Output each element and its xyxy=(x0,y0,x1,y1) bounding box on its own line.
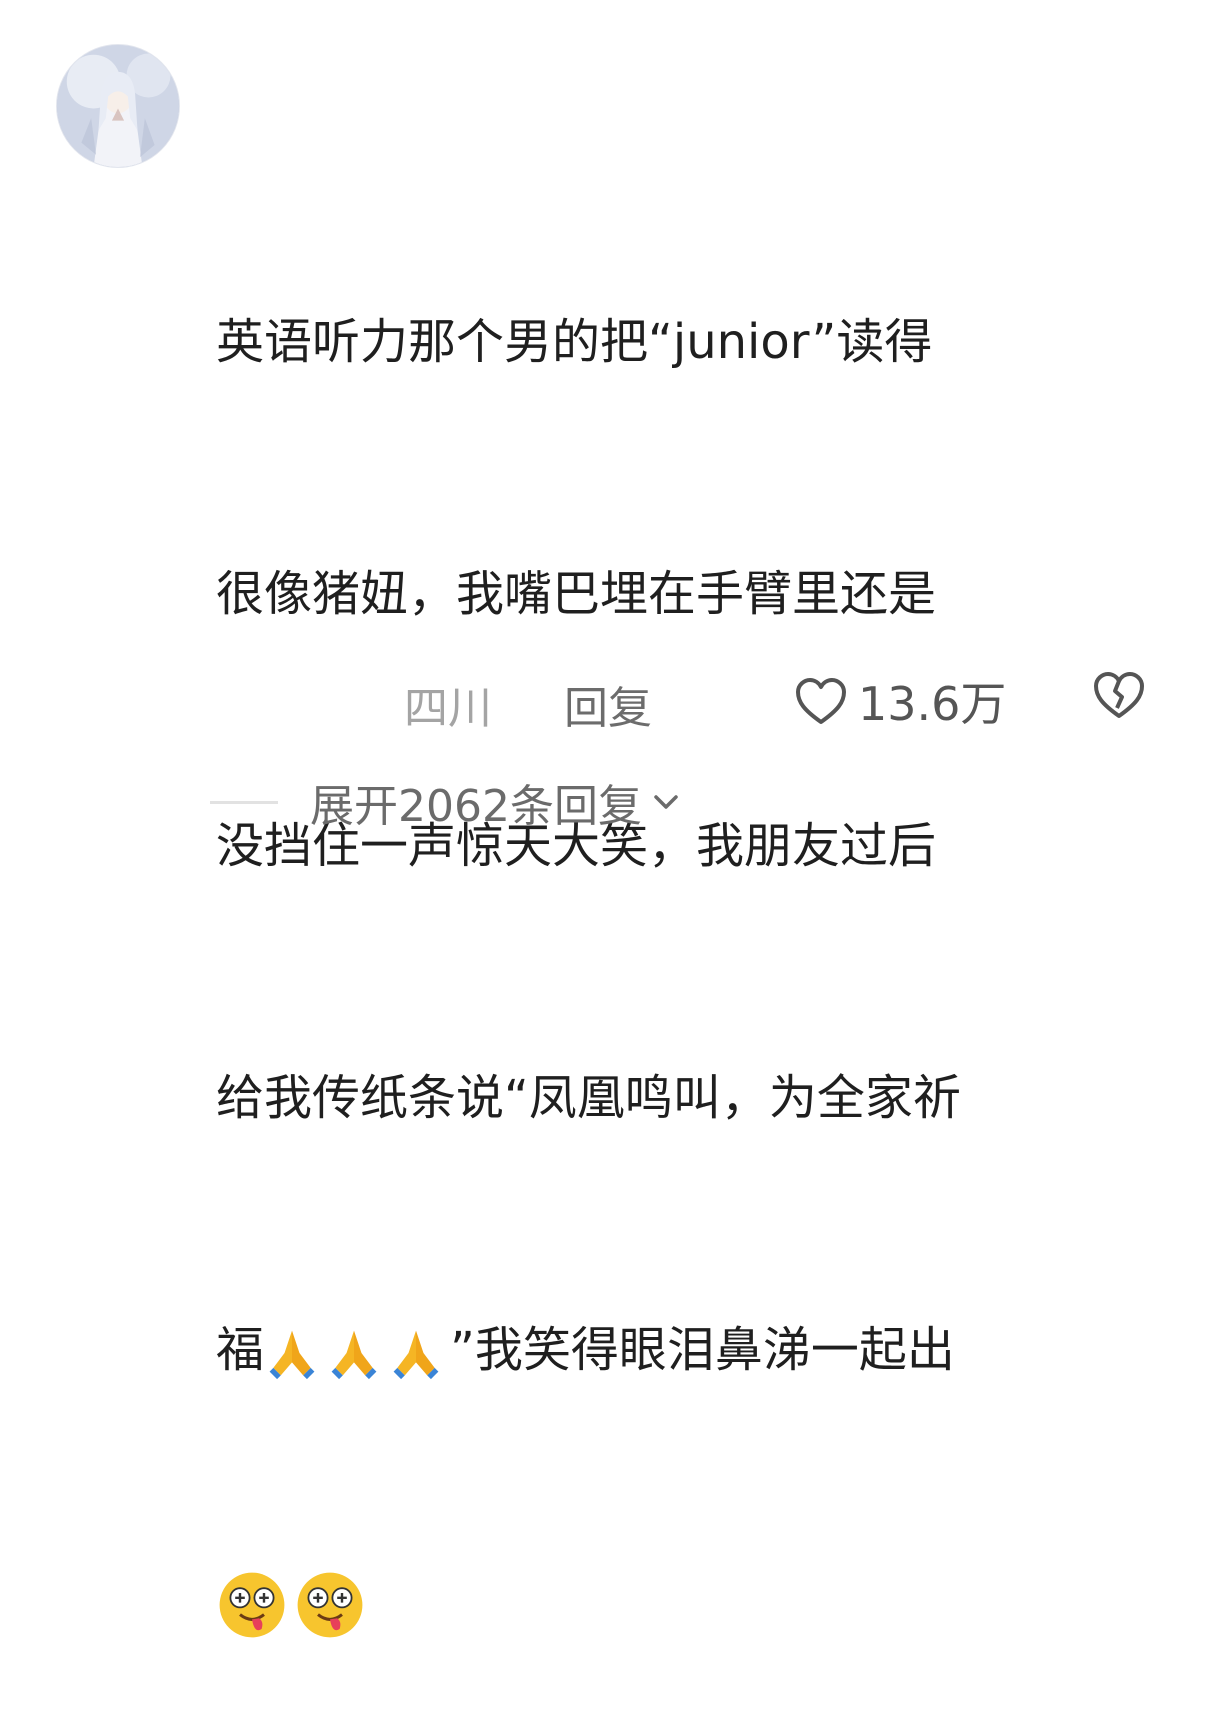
comment-fragment: 福 xyxy=(216,1322,265,1378)
location-label: 四川 xyxy=(404,683,492,734)
comment-line xyxy=(216,1560,1176,1644)
folded-hands-icon xyxy=(264,1325,320,1381)
comment-line: 福 ”我笑得眼泪鼻涕一起出 xyxy=(216,1308,1176,1392)
reply-button[interactable]: 回复 xyxy=(564,672,652,736)
comment-fragment: ”我笑得眼泪鼻涕一起出 xyxy=(450,1322,955,1378)
dislike-button[interactable] xyxy=(1092,670,1146,720)
comment-line: 给我传纸条说“凤凰鸣叫，为全家祈 xyxy=(216,1070,961,1126)
like-count: 13.6万 xyxy=(858,677,1007,731)
dizzy-tongue-face-icon xyxy=(294,1569,366,1641)
avatar-illustration xyxy=(57,45,179,167)
expand-replies-button[interactable]: 展开2062条回复 xyxy=(310,770,642,834)
heart-outline-icon xyxy=(796,678,846,724)
broken-heart-icon xyxy=(1094,672,1144,718)
divider xyxy=(210,800,278,804)
chevron-down-icon[interactable] xyxy=(648,784,684,820)
dizzy-tongue-face-icon xyxy=(216,1569,288,1641)
avatar[interactable] xyxy=(56,44,180,168)
expand-replies-row[interactable]: 展开2062条回复 xyxy=(210,770,684,834)
comment-text: 英语听力那个男的把“junior”读得 很像猪妞，我嘴巴埋在手臂里还是 没挡住一… xyxy=(216,132,1176,1728)
folded-hands-icon xyxy=(326,1325,382,1381)
like-button[interactable]: 13.6万 xyxy=(794,668,1006,734)
comment-line: 英语听力那个男的把“junior”读得 xyxy=(216,314,933,370)
comment-line: 很像猪妞，我嘴巴埋在手臂里还是 xyxy=(216,566,937,622)
folded-hands-icon xyxy=(388,1325,444,1381)
comment-meta-row: 四川 回复 13.6万 xyxy=(0,660,1216,734)
